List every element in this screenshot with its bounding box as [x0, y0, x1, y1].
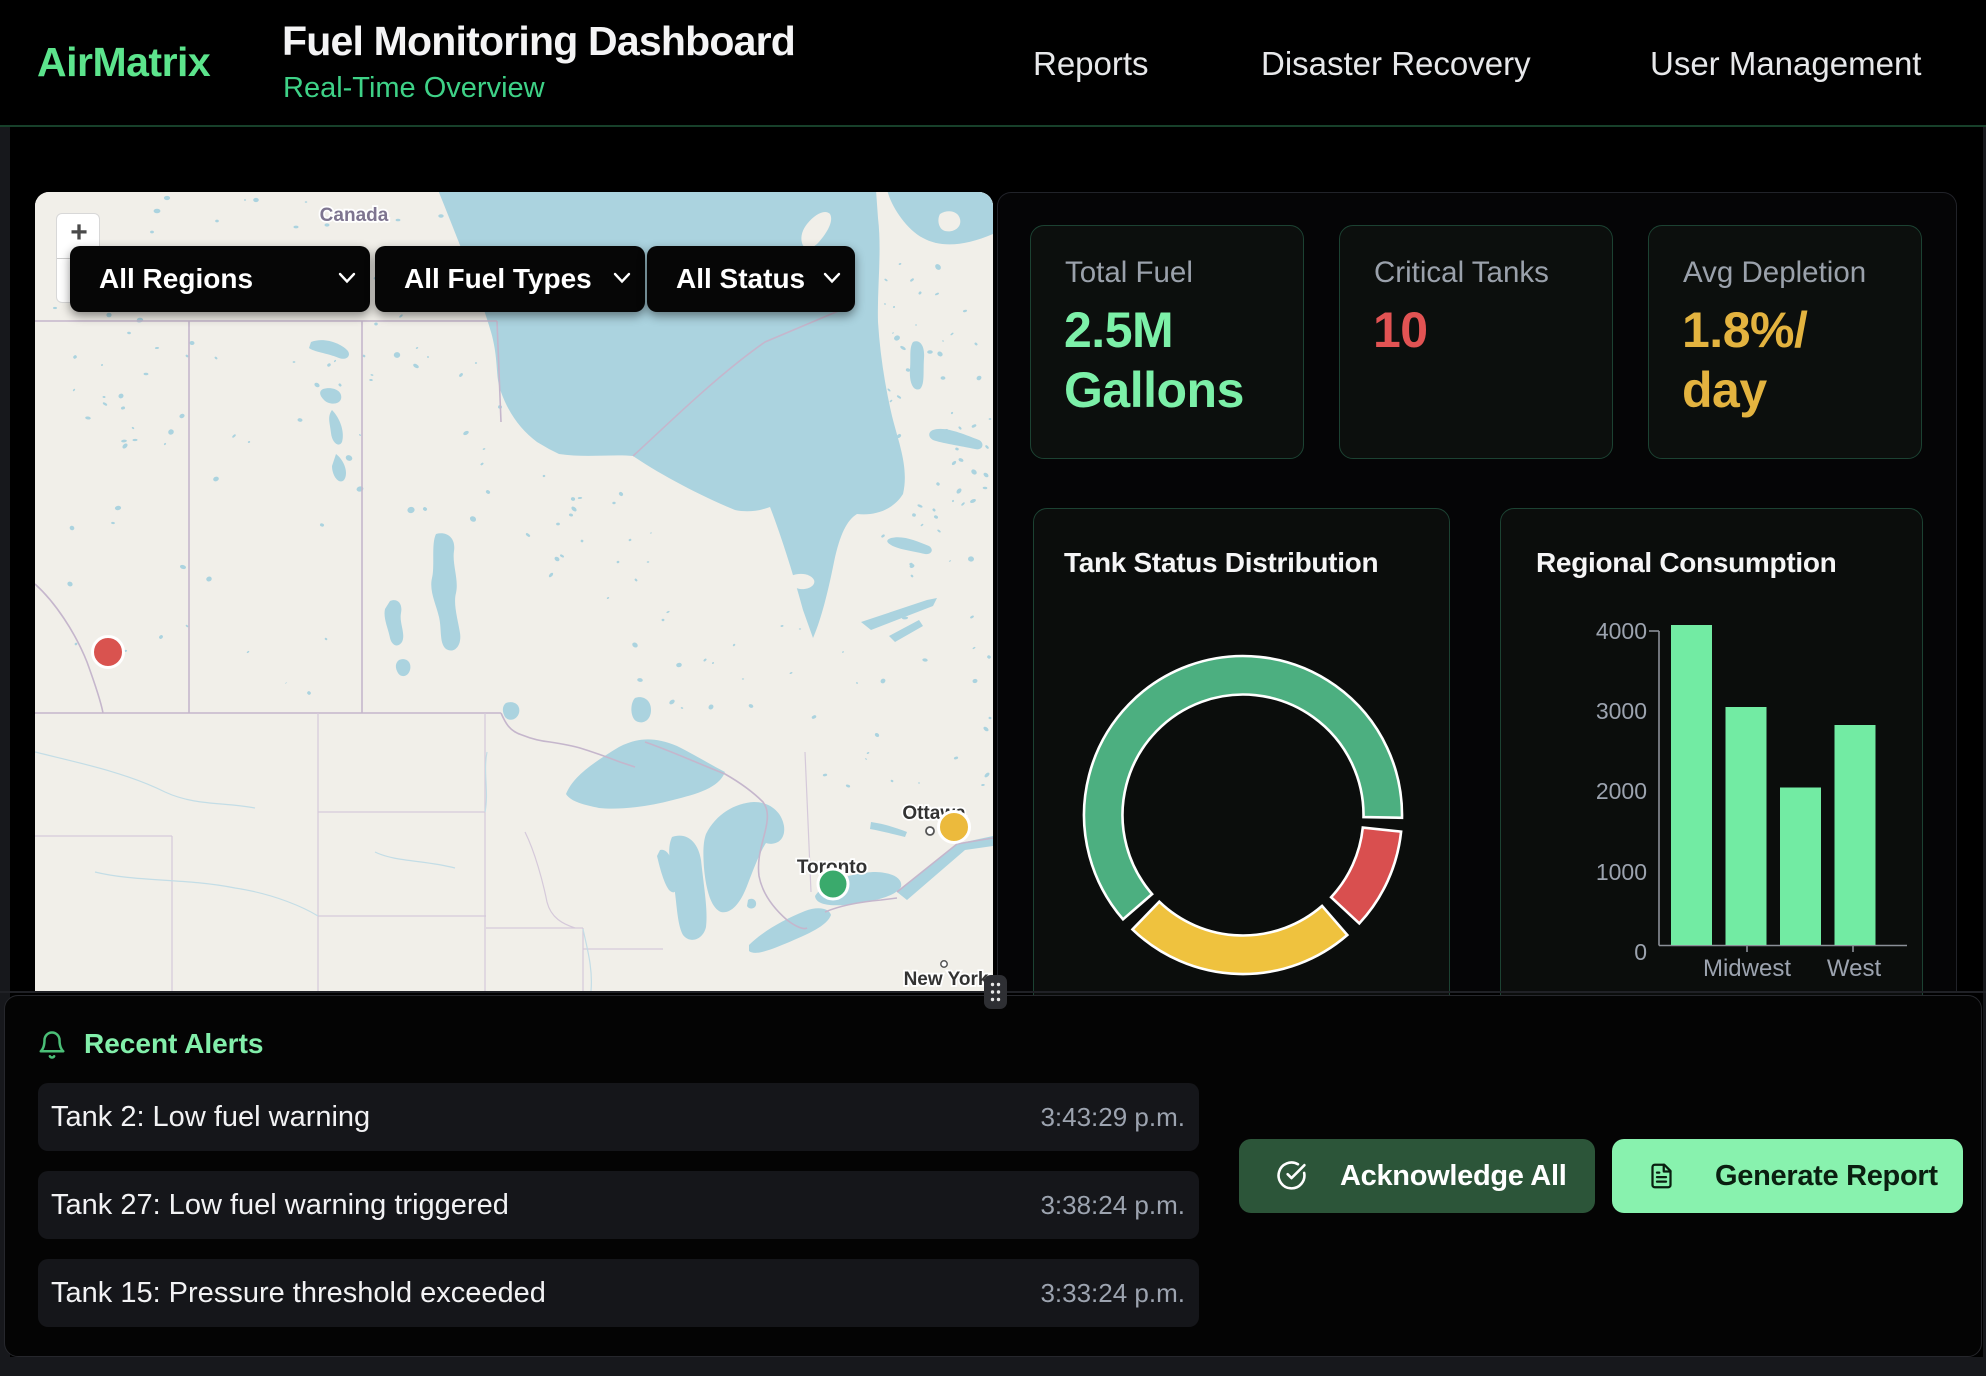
- svg-text:1000: 1000: [1596, 859, 1647, 885]
- svg-text:Canada: Canada: [320, 205, 389, 226]
- svg-text:4000: 4000: [1596, 618, 1647, 644]
- svg-text:West: West: [1827, 955, 1882, 982]
- svg-text:Midwest: Midwest: [1703, 955, 1791, 982]
- svg-text:0: 0: [1634, 939, 1647, 965]
- svg-text:3000: 3000: [1596, 698, 1647, 724]
- svg-text:2000: 2000: [1596, 778, 1647, 804]
- svg-text:New York: New York: [904, 969, 989, 990]
